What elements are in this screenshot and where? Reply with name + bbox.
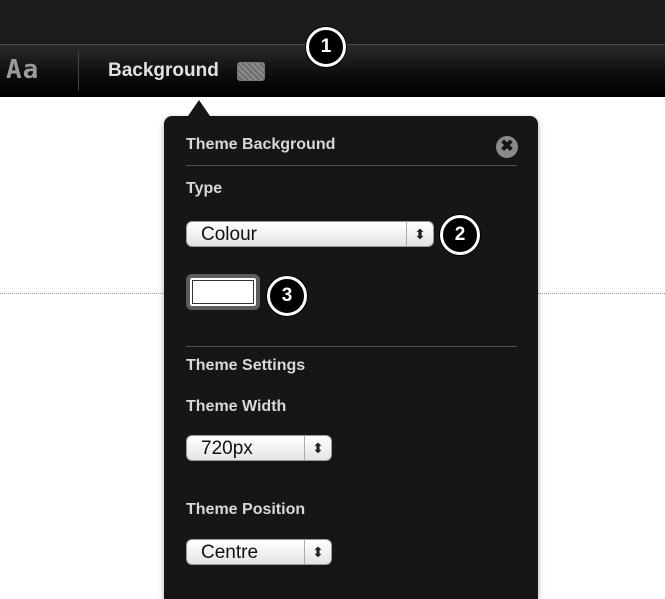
font-settings-button[interactable]: Aa (6, 55, 39, 85)
theme-width-select[interactable]: 720px ⬍ (186, 435, 332, 461)
type-select-value: Colour (201, 224, 257, 245)
theme-position-value: Centre (201, 542, 259, 563)
callout-3: 3 (267, 276, 307, 316)
title-separator (186, 165, 517, 166)
toolbar-divider (78, 51, 79, 91)
select-arrows-icon: ⬍ (304, 540, 331, 564)
callout-2: 2 (440, 215, 480, 255)
theme-settings-heading: Theme Settings (186, 357, 306, 374)
popover-caret (188, 100, 210, 116)
type-select[interactable]: Colour ⬍ (186, 221, 434, 247)
background-button[interactable]: Background (108, 57, 265, 85)
theme-position-label: Theme Position (186, 501, 306, 518)
close-icon[interactable]: ✖ (496, 136, 518, 158)
background-color-swatch[interactable] (186, 274, 260, 310)
callout-1: 1 (306, 27, 346, 67)
background-swatch-icon (236, 61, 265, 81)
section-separator (186, 346, 517, 347)
color-swatch-fill (192, 280, 254, 304)
background-button-label: Background (108, 60, 219, 81)
theme-background-panel: Theme Background ✖ Type Colour ⬍ Theme S… (164, 116, 538, 599)
select-arrows-icon: ⬍ (406, 222, 433, 246)
panel-title: Theme Background (186, 136, 336, 153)
type-label: Type (186, 180, 223, 197)
theme-position-select[interactable]: Centre ⬍ (186, 539, 332, 565)
select-arrows-icon: ⬍ (304, 436, 331, 460)
theme-width-value: 720px (201, 438, 253, 459)
theme-width-label: Theme Width (186, 398, 287, 415)
